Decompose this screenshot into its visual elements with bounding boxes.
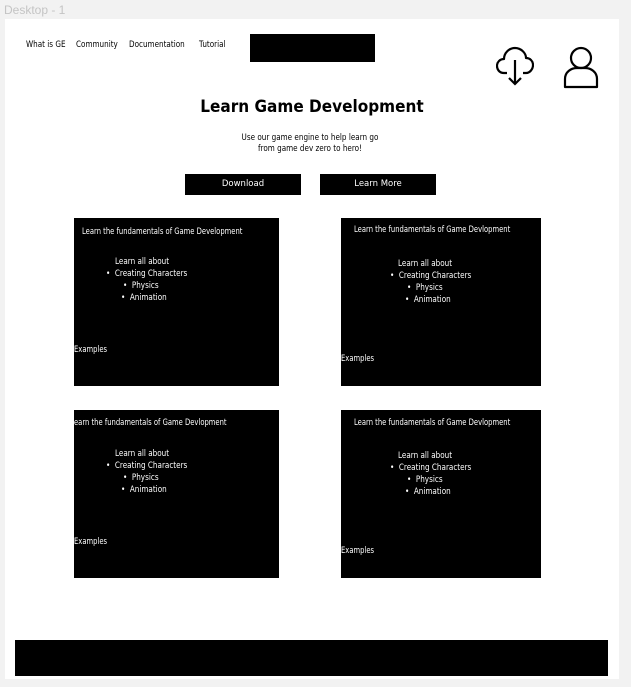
card-fundamentals-1[interactable]: Learn the fundamentals of Game Developme… [74,218,279,386]
card-intro: Learn all about [398,259,453,269]
list-item: • Creating Characters [390,271,471,281]
bullet-text: Creating Characters [114,269,188,279]
bullet: • [407,475,412,485]
examples-link[interactable]: Examples [74,537,107,547]
bullet: • [405,487,410,497]
nav-search-box[interactable] [250,34,375,62]
card-intro: Learn all about [115,257,170,267]
bullet: • [405,295,410,305]
learn-more-button[interactable]: Learn More [320,174,436,195]
bullet-text: Animation [129,293,167,303]
bullet: • [121,485,126,495]
examples-link[interactable]: Examples [341,354,374,364]
bullet-text: Physics [131,281,159,291]
bullet-text: Physics [131,473,159,483]
card-fundamentals-3[interactable]: earn the fundamentals of Game Devlopment… [74,410,279,578]
bullet-text: Animation [413,295,451,305]
card-title: Learn the fundamentals of Game Devlopmen… [354,225,511,235]
list-item: • Animation [121,293,167,303]
list-item: • Animation [405,295,451,305]
card-title: Learn the fundamentals of Game Devlopmen… [354,418,511,428]
bullet-text: Animation [413,487,451,497]
list-item: • Animation [121,485,167,495]
bullet-text: Creating Characters [114,461,188,471]
nav-link-community[interactable]: Community [76,40,118,50]
bullet: • [123,281,128,291]
list-item: • Physics [123,281,159,291]
examples-link[interactable]: Examples [341,546,374,556]
bullet: • [106,461,111,471]
card-fundamentals-2[interactable]: Learn the fundamentals of Game Devlopmen… [341,218,541,386]
download-button[interactable]: Download [185,174,301,195]
bullet: • [121,293,126,303]
nav-link-what-is-ge[interactable]: What is GE [26,40,66,50]
bullet-text: Animation [129,485,167,495]
list-item: • Physics [123,473,159,483]
card-intro: Learn all about [398,451,453,461]
card-fundamentals-4[interactable]: Learn the fundamentals of Game Devlopmen… [341,410,541,578]
footer-bar [15,640,608,676]
examples-link[interactable]: Examples [74,345,107,355]
bullet-text: Creating Characters [398,463,472,473]
bullet: • [123,473,128,483]
list-item: • Creating Characters [390,463,471,473]
nav-link-tutorial[interactable]: Tutorial [199,40,226,50]
card-title: earn the fundamentals of Game Devlopment [74,418,227,428]
list-item: • Physics [407,283,443,293]
bullet: • [390,271,395,281]
cloud-download-icon[interactable] [496,46,534,86]
list-item: • Animation [405,487,451,497]
frame-label: Desktop - 1 [4,3,66,17]
bullet: • [407,283,412,293]
bullet-text: Physics [415,475,443,485]
list-item: • Creating Characters [106,461,187,471]
list-item: • Physics [407,475,443,485]
bullet-text: Creating Characters [398,271,472,281]
card-intro: Learn all about [115,449,170,459]
hero-subtitle: Use our game engine to help learn go fro… [241,133,379,154]
artboard: What is GE Community Documentation Tutor… [5,19,619,679]
bullet: • [390,463,395,473]
user-icon[interactable] [563,46,599,90]
bullet: • [106,269,111,279]
nav-link-documentation[interactable]: Documentation [129,40,185,50]
list-item: • Creating Characters [106,269,187,279]
hero-title: Learn Game Development [200,97,424,117]
bullet-text: Physics [415,283,443,293]
card-title: Learn the fundamentals of Game Developme… [82,227,243,237]
